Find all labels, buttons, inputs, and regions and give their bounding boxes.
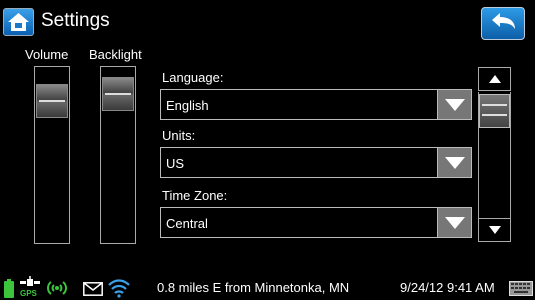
units-dropdown-arrow[interactable] <box>437 148 471 177</box>
wifi-icon <box>108 279 130 298</box>
scroll-track[interactable] <box>478 92 511 218</box>
units-value: US <box>166 156 185 171</box>
units-label: Units: <box>162 128 196 143</box>
volume-slider[interactable] <box>34 66 70 244</box>
home-button[interactable] <box>3 8 34 36</box>
language-label: Language: <box>162 70 224 85</box>
back-button[interactable] <box>481 7 525 40</box>
scroll-down-button[interactable] <box>478 218 511 242</box>
gps-satellite-icon <box>20 276 40 286</box>
backlight-label: Backlight <box>89 47 142 62</box>
chevron-down-icon <box>444 216 465 229</box>
gps-label: GPS <box>20 289 37 298</box>
language-dropdown[interactable]: English <box>160 89 472 120</box>
scroll-thumb[interactable] <box>479 94 510 128</box>
keyboard-icon[interactable] <box>509 281 533 296</box>
timezone-dropdown[interactable]: Central <box>160 207 472 238</box>
timezone-dropdown-arrow[interactable] <box>437 208 471 237</box>
triangle-down-icon <box>488 226 501 234</box>
location-text: 0.8 miles E from Minnetonka, MN <box>157 280 350 295</box>
battery-icon <box>4 279 14 298</box>
volume-slider-thumb[interactable] <box>36 84 68 118</box>
timezone-value: Central <box>166 216 208 231</box>
volume-label: Volume <box>25 47 69 62</box>
chevron-down-icon <box>444 156 465 169</box>
gps-status: GPS <box>17 276 43 300</box>
back-arrow-icon <box>492 13 515 29</box>
signal-icon <box>47 281 67 295</box>
chevron-down-icon <box>444 98 465 111</box>
page-title: Settings <box>41 10 110 31</box>
timezone-label: Time Zone: <box>162 188 228 203</box>
backlight-slider-thumb[interactable] <box>102 77 134 111</box>
backlight-slider[interactable] <box>100 66 136 244</box>
home-icon <box>8 13 29 31</box>
mail-icon <box>83 282 103 296</box>
scroll-up-button[interactable] <box>478 67 511 91</box>
language-value: English <box>166 98 209 113</box>
units-dropdown[interactable]: US <box>160 147 472 178</box>
language-dropdown-arrow[interactable] <box>437 90 471 119</box>
triangle-up-icon <box>488 75 501 83</box>
datetime-text: 9/24/12 9:41 AM <box>400 280 495 295</box>
